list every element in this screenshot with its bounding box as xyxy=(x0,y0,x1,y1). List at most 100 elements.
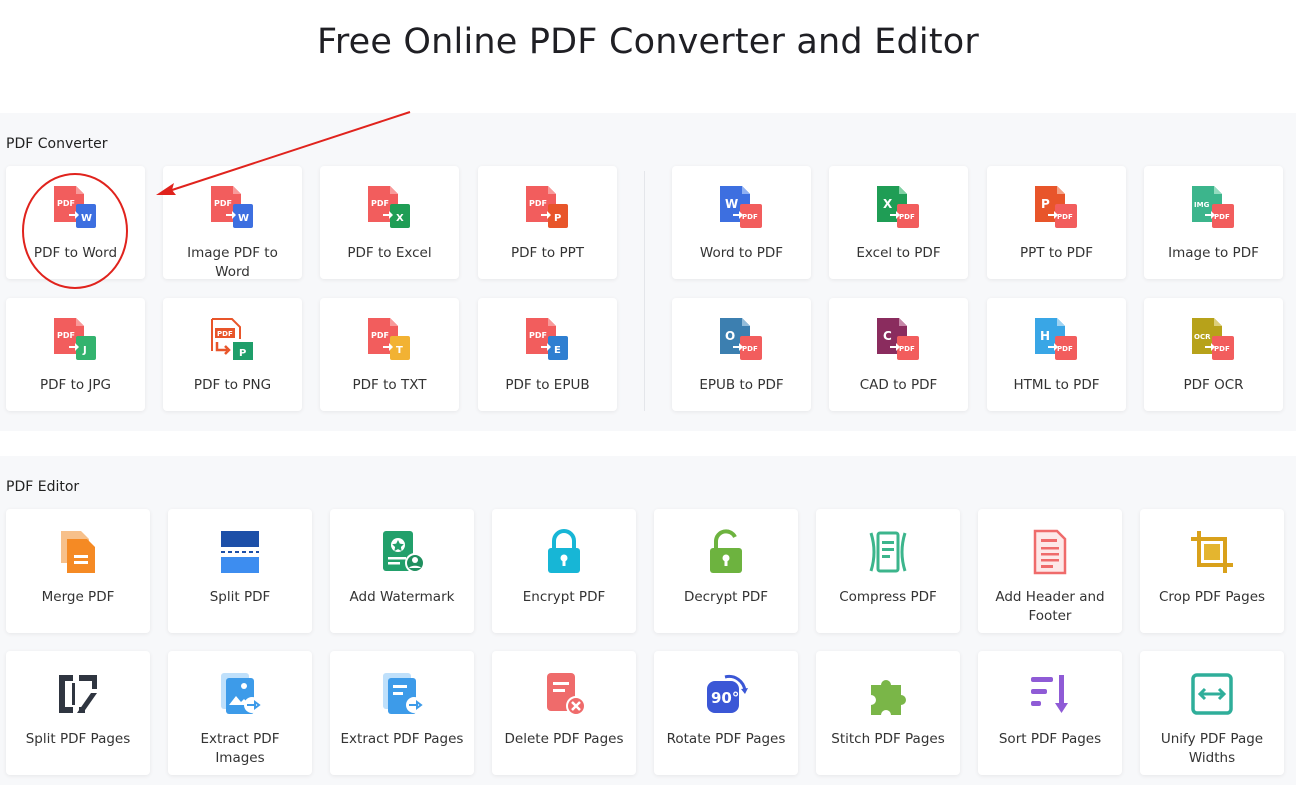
svg-text:PDF: PDF xyxy=(742,345,758,353)
tool-label: Split PDF Pages xyxy=(25,731,131,747)
tool-card-pdf-to-txt[interactable]: PDF T PDF to TXT xyxy=(320,298,459,411)
tool-label: PDF to PPT xyxy=(511,245,584,261)
tool-label: Image to PDF xyxy=(1168,245,1259,261)
svg-text:IMG: IMG xyxy=(1194,201,1210,209)
tool-card-excel-to-pdf[interactable]: X PDF Excel to PDF xyxy=(829,166,968,279)
tool-card-delete-pdf-pages[interactable]: Delete PDF Pages xyxy=(492,651,636,775)
tool-card-split-pdf-pages[interactable]: Split PDF Pages xyxy=(6,651,150,775)
unify-pdf-page-widths-icon xyxy=(1186,668,1238,720)
decrypt-pdf-icon xyxy=(700,526,752,578)
tool-card-stitch-pdf-pages[interactable]: Stitch PDF Pages xyxy=(816,651,960,775)
encrypt-pdf-icon xyxy=(538,526,590,578)
svg-text:PDF: PDF xyxy=(214,199,232,208)
svg-text:90°: 90° xyxy=(711,689,739,707)
tool-label: Stitch PDF Pages xyxy=(831,731,945,747)
tool-label: PDF to Word xyxy=(33,245,118,261)
tool-label: HTML to PDF xyxy=(1013,377,1100,393)
tool-label: Unify PDF Page Widths xyxy=(1160,731,1264,766)
tool-label: Delete PDF Pages xyxy=(504,731,624,747)
svg-text:P: P xyxy=(554,213,561,224)
tool-card-split-pdf[interactable]: Split PDF xyxy=(168,509,312,633)
tool-card-unify-pdf-page-widths[interactable]: Unify PDF Page Widths xyxy=(1140,651,1284,775)
split-pdf-pages-icon xyxy=(52,668,104,720)
tool-card-pdf-to-ppt[interactable]: PDF P PDF to PPT xyxy=(478,166,617,279)
add-header-footer-icon xyxy=(1024,526,1076,578)
extract-pdf-pages-icon xyxy=(376,668,428,720)
tool-card-compress-pdf[interactable]: Compress PDF xyxy=(816,509,960,633)
tool-card-encrypt-pdf[interactable]: Encrypt PDF xyxy=(492,509,636,633)
svg-text:X: X xyxy=(883,197,893,211)
tool-label: Split PDF xyxy=(209,589,271,605)
svg-text:PDF: PDF xyxy=(1214,345,1230,353)
tool-card-add-watermark[interactable]: Add Watermark xyxy=(330,509,474,633)
tool-label: PDF to EPUB xyxy=(505,377,590,393)
tool-card-extract-pdf-pages[interactable]: Extract PDF Pages xyxy=(330,651,474,775)
pdf-editor-section: PDF Editor Merge PDF Split PDF Add Water… xyxy=(0,456,1296,785)
delete-pdf-pages-icon xyxy=(538,668,590,720)
tool-card-add-header-footer[interactable]: Add Header and Footer xyxy=(978,509,1122,633)
pdf-to-excel-icon: PDF X xyxy=(364,184,416,236)
tool-card-sort-pdf-pages[interactable]: Sort PDF Pages xyxy=(978,651,1122,775)
column-divider xyxy=(644,171,645,411)
image-pdf-to-word-icon: PDF W xyxy=(207,184,259,236)
epub-to-pdf-icon: O PDF xyxy=(716,316,768,368)
tool-card-html-to-pdf[interactable]: H PDF HTML to PDF xyxy=(987,298,1126,411)
tool-card-cad-to-pdf[interactable]: C PDF CAD to PDF xyxy=(829,298,968,411)
image-to-pdf-icon: IMG PDF xyxy=(1188,184,1240,236)
tool-card-pdf-to-jpg[interactable]: PDF J PDF to JPG xyxy=(6,298,145,411)
tool-label: PDF to PNG xyxy=(193,377,272,393)
word-to-pdf-icon: W PDF xyxy=(716,184,768,236)
pdf-to-jpg-icon: PDF J xyxy=(50,316,102,368)
tool-label: Rotate PDF Pages xyxy=(666,731,786,747)
split-pdf-icon xyxy=(214,526,266,578)
tool-label: Image PDF to Word xyxy=(187,245,278,280)
page-title: Free Online PDF Converter and Editor xyxy=(317,22,979,62)
svg-text:PDF: PDF xyxy=(371,331,389,340)
pdf-to-txt-icon: PDF T xyxy=(364,316,416,368)
svg-text:PDF: PDF xyxy=(742,213,758,221)
svg-text:PDF: PDF xyxy=(1057,213,1073,221)
crop-pdf-pages-icon xyxy=(1186,526,1238,578)
svg-text:X: X xyxy=(396,213,404,224)
svg-text:PDF: PDF xyxy=(57,331,75,340)
tool-label: Compress PDF xyxy=(839,589,937,605)
pdf-to-word-icon: PDF W xyxy=(50,184,102,236)
add-watermark-icon xyxy=(376,526,428,578)
tool-card-word-to-pdf[interactable]: W PDF Word to PDF xyxy=(672,166,811,279)
svg-text:PDF: PDF xyxy=(899,213,915,221)
tool-label: Decrypt PDF xyxy=(683,589,769,605)
tool-card-merge-pdf[interactable]: Merge PDF xyxy=(6,509,150,633)
svg-text:T: T xyxy=(396,345,403,356)
tool-label: Sort PDF Pages xyxy=(998,731,1102,747)
tool-card-ppt-to-pdf[interactable]: P PDF PPT to PDF xyxy=(987,166,1126,279)
tool-card-crop-pdf-pages[interactable]: Crop PDF Pages xyxy=(1140,509,1284,633)
tool-card-pdf-to-excel[interactable]: PDF X PDF to Excel xyxy=(320,166,459,279)
tool-label: PDF to JPG xyxy=(39,377,112,393)
tool-card-image-pdf-to-word[interactable]: PDF W Image PDF to Word xyxy=(163,166,302,280)
extract-pdf-images-icon xyxy=(214,668,266,720)
cad-to-pdf-icon: C PDF xyxy=(873,316,925,368)
svg-text:W: W xyxy=(81,213,92,224)
tool-card-decrypt-pdf[interactable]: Decrypt PDF xyxy=(654,509,798,633)
svg-text:PDF: PDF xyxy=(217,330,233,338)
tool-card-pdf-ocr[interactable]: OCR PDF PDF OCR xyxy=(1144,298,1283,411)
tool-card-rotate-pdf-pages[interactable]: 90° Rotate PDF Pages xyxy=(654,651,798,775)
tool-label: PDF to Excel xyxy=(347,245,432,261)
tool-card-pdf-to-png[interactable]: PDF P PDF to PNG xyxy=(163,298,302,411)
tool-label: Extract PDF Images xyxy=(200,731,280,766)
svg-text:W: W xyxy=(725,197,738,211)
pdf-to-epub-icon: PDF E xyxy=(522,316,574,368)
tool-card-image-to-pdf[interactable]: IMG PDF Image to PDF xyxy=(1144,166,1283,279)
pdf-converter-section: PDF Converter PDF W PDF to Word PDF W Im… xyxy=(0,113,1296,431)
tool-card-epub-to-pdf[interactable]: O PDF EPUB to PDF xyxy=(672,298,811,411)
tool-card-pdf-to-word[interactable]: PDF W PDF to Word xyxy=(6,166,145,279)
svg-text:PDF: PDF xyxy=(57,199,75,208)
svg-text:J: J xyxy=(82,345,87,356)
excel-to-pdf-icon: X PDF xyxy=(873,184,925,236)
svg-text:PDF: PDF xyxy=(371,199,389,208)
tool-card-extract-pdf-images[interactable]: Extract PDF Images xyxy=(168,651,312,775)
rotate-pdf-pages-icon: 90° xyxy=(700,668,752,720)
tool-card-pdf-to-epub[interactable]: PDF E PDF to EPUB xyxy=(478,298,617,411)
tool-label: CAD to PDF xyxy=(859,377,938,393)
svg-text:P: P xyxy=(1041,197,1050,211)
